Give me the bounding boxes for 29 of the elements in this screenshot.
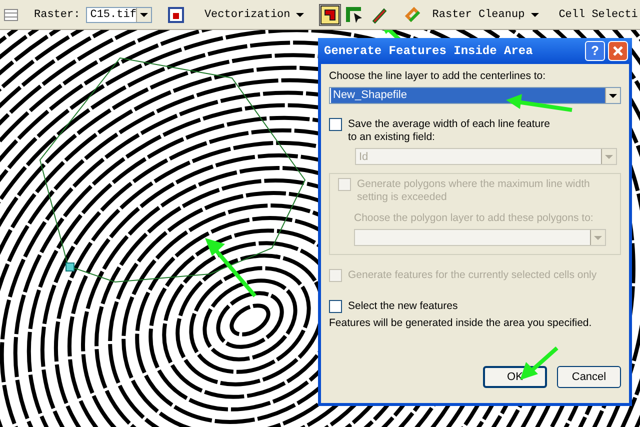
vertex-handle[interactable] [66,262,74,272]
caret-icon[interactable] [296,12,304,16]
layer-label: Choose the line layer to add the centerlines to: [329,70,547,83]
dialog-title: Generate Features Inside Area [324,44,534,58]
pencil-icon[interactable] [370,6,388,24]
line-layer-dropdown[interactable]: New_Shapefile [329,87,621,104]
raster-label: Raster: [34,8,80,20]
polygons-label: Generate polygons where the maximum line width setting is exceeded [357,178,591,204]
save-width-label: Save the average width of each line feature to an existing field: [348,118,551,144]
window-icon[interactable] [168,6,184,22]
close-icon[interactable] [608,41,628,61]
annotation-arrow [506,94,572,112]
cancel-button[interactable]: Cancel [557,366,621,388]
annotation-arrow [205,238,257,298]
raster-dropdown[interactable]: C15.tif [86,6,152,22]
select-new-checkbox[interactable] [329,300,342,313]
table-icon[interactable] [4,8,18,20]
select-new-label: Select the new features [348,300,458,313]
selected-cells-label: Generate features for the currently selected cells only [348,269,597,282]
vectorization-menu[interactable]: Vectorization [200,8,294,20]
info-text: Features will be generated inside the area you specified. [329,317,593,330]
polygon-tool-icon[interactable] [320,4,340,24]
raster-cleanup-menu[interactable]: Raster Cleanup [428,8,529,20]
save-width-checkbox[interactable] [329,118,342,131]
help-button[interactable]: ? [585,41,605,61]
caret-icon[interactable] [530,12,539,16]
cell-selection-menu[interactable]: Cell Selecti [554,8,640,20]
polygon-layer-label: Choose the polygon layer to add these polygons to: [354,212,594,225]
line-cursor-icon[interactable] [346,6,364,24]
